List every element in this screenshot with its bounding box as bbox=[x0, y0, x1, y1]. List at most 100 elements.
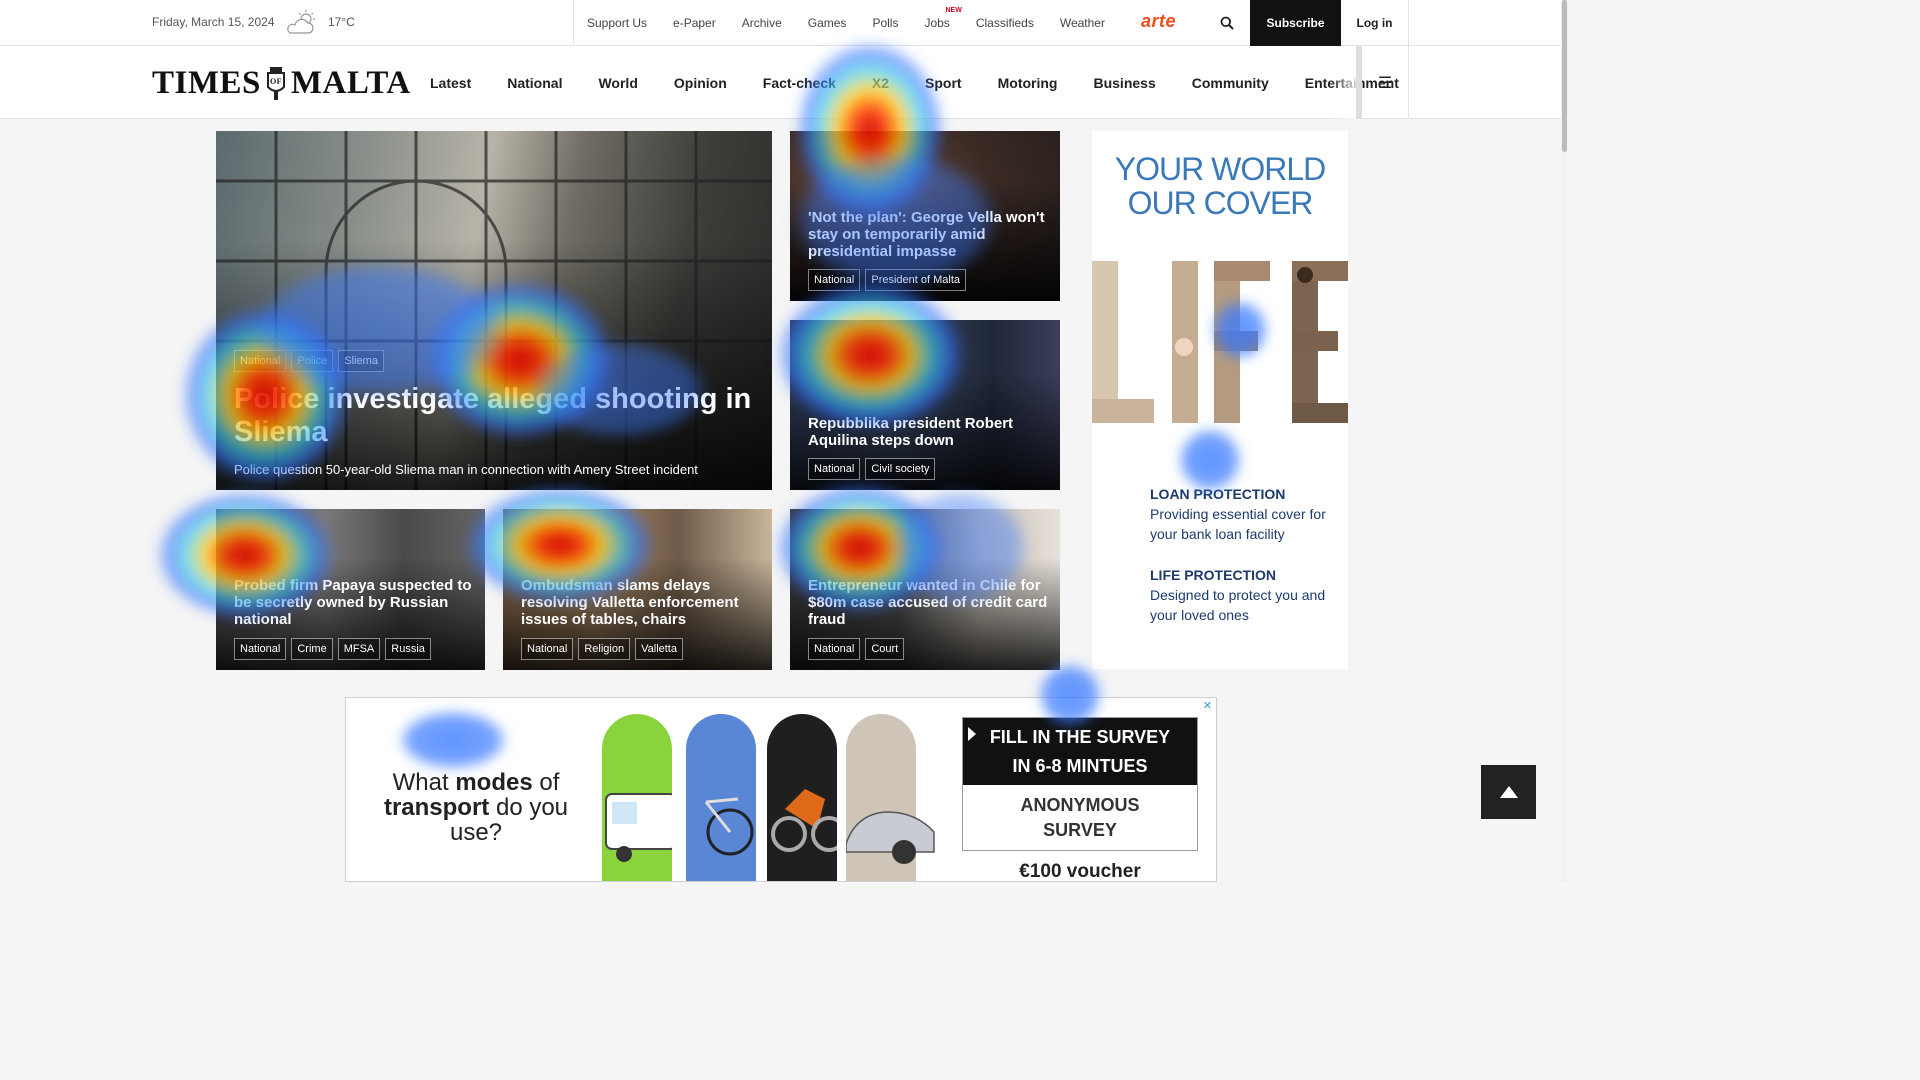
ad-headline-line2: OUR COVER bbox=[1127, 184, 1314, 221]
tag-national[interactable]: National bbox=[234, 350, 287, 372]
nav-x2[interactable]: X2 bbox=[854, 75, 907, 91]
insurance-side-ad[interactable]: YOUR WORLD OUR COVER LOAN PROTECTION Pro… bbox=[1092, 131, 1348, 669]
nav-world[interactable]: World bbox=[580, 75, 655, 91]
times-of-malta-logo[interactable]: TIMES OF MALTA bbox=[152, 64, 411, 102]
hero-tags: National Police Sliema bbox=[234, 350, 384, 372]
motorbike-pill-image bbox=[767, 714, 847, 881]
link-games[interactable]: Games bbox=[795, 16, 860, 30]
nav-national[interactable]: National bbox=[489, 75, 580, 91]
nav-sport[interactable]: Sport bbox=[907, 75, 980, 91]
survey-question-part: What bbox=[392, 769, 456, 796]
top-utility-bar: Friday, March 15, 2024 17°C Support Us e… bbox=[0, 0, 1568, 46]
article-card-repubblika[interactable]: Repubblika president Robert Aquilina ste… bbox=[790, 320, 1060, 490]
new-badge: NEW bbox=[945, 7, 962, 14]
tag-national[interactable]: National bbox=[808, 638, 861, 660]
nav-fact-check[interactable]: Fact-check bbox=[745, 75, 854, 91]
ad-headline-line1: YOUR WORLD bbox=[1114, 151, 1326, 187]
article-headline[interactable]: Repubblika president Robert Aquilina ste… bbox=[808, 415, 1048, 449]
nav-latest[interactable]: Latest bbox=[412, 75, 489, 91]
life-protection-title: LIFE PROTECTION bbox=[1150, 567, 1276, 583]
survey-sub-line1: ANONYMOUS bbox=[1020, 795, 1140, 815]
tag-court[interactable]: Court bbox=[865, 638, 905, 660]
hero-article-card[interactable]: National Police Sliema Police investigat… bbox=[216, 131, 772, 490]
survey-subtitle: ANONYMOUS SURVEY bbox=[963, 785, 1197, 843]
utility-links: Support Us e-Paper Archive Games Polls J… bbox=[573, 0, 1118, 46]
ad-close-icon[interactable]: ✕ bbox=[1203, 699, 1212, 712]
subscribe-button[interactable]: Subscribe bbox=[1250, 0, 1341, 46]
article-tags: National Crime MFSA Russia bbox=[234, 638, 431, 660]
tag-civil-society[interactable]: Civil society bbox=[865, 458, 936, 480]
survey-cta-header: FILL IN THE SURVEY IN 6-8 MINTUES bbox=[963, 718, 1197, 785]
nav-business[interactable]: Business bbox=[1075, 75, 1173, 91]
life-protection-desc: Designed to protect you and your loved o… bbox=[1150, 587, 1326, 623]
crest-icon: OF bbox=[266, 67, 285, 100]
link-e-paper[interactable]: e-Paper bbox=[660, 16, 729, 30]
article-card-papaya[interactable]: Probed firm Papaya suspected to be secre… bbox=[216, 509, 485, 670]
survey-title-line1: FILL IN THE SURVEY bbox=[989, 727, 1171, 747]
tag-president-of-malta[interactable]: President of Malta bbox=[865, 269, 967, 291]
scroll-to-top-button[interactable] bbox=[1481, 765, 1536, 819]
logo-text-right: MALTA bbox=[290, 64, 411, 101]
link-classifieds[interactable]: Classifieds bbox=[963, 16, 1047, 30]
search-button[interactable] bbox=[1204, 0, 1250, 46]
tag-valletta[interactable]: Valletta bbox=[635, 638, 683, 660]
tag-national[interactable]: National bbox=[521, 638, 574, 660]
nav-community[interactable]: Community bbox=[1174, 75, 1287, 91]
bus-pill-image bbox=[602, 714, 677, 881]
article-card-ombudsman[interactable]: Ombudsman slams delays resolving Vallett… bbox=[503, 509, 772, 670]
article-headline[interactable]: Entrepreneur wanted in Chile for $80m ca… bbox=[808, 577, 1048, 628]
hamburger-icon[interactable]: ☰ bbox=[1362, 46, 1409, 119]
loan-protection-title: LOAN PROTECTION bbox=[1150, 486, 1286, 502]
survey-question-bold: modes bbox=[455, 769, 533, 796]
tag-national[interactable]: National bbox=[808, 269, 861, 291]
hero-summary: Police question 50-year-old Sliema man i… bbox=[234, 462, 698, 477]
play-arrow-icon bbox=[968, 727, 976, 741]
tag-police[interactable]: Police bbox=[291, 350, 334, 372]
article-tags: National Civil society bbox=[808, 458, 936, 480]
login-button[interactable]: Log in bbox=[1341, 0, 1409, 46]
survey-title-line2: IN 6-8 MINTUES bbox=[1012, 756, 1148, 776]
tag-russia[interactable]: Russia bbox=[385, 638, 431, 660]
page-scrollbar[interactable] bbox=[1561, 0, 1568, 882]
survey-question: What modes of transport do you use? bbox=[366, 770, 586, 845]
link-archive[interactable]: Archive bbox=[729, 16, 795, 30]
tag-national[interactable]: National bbox=[808, 458, 861, 480]
tag-religion[interactable]: Religion bbox=[578, 638, 631, 660]
arte-logo-link[interactable]: arte bbox=[1141, 11, 1176, 32]
survey-question-part: of bbox=[532, 769, 560, 796]
main-navigation: TIMES OF MALTA Latest National World Opi… bbox=[0, 46, 1568, 119]
survey-cta-box[interactable]: FILL IN THE SURVEY IN 6-8 MINTUES ANONYM… bbox=[962, 717, 1198, 851]
scrollbar-thumb[interactable] bbox=[1562, 0, 1567, 152]
current-date: Friday, March 15, 2024 bbox=[152, 15, 275, 29]
article-card-george-vella[interactable]: 'Not the plan': George Vella won't stay … bbox=[790, 131, 1060, 301]
arrow-up-icon bbox=[1499, 786, 1518, 798]
article-tags: National Religion Valletta bbox=[521, 638, 683, 660]
article-headline[interactable]: 'Not the plan': George Vella won't stay … bbox=[808, 209, 1048, 260]
link-support-us[interactable]: Support Us bbox=[574, 16, 660, 30]
article-headline[interactable]: Probed firm Papaya suspected to be secre… bbox=[234, 577, 474, 628]
voucher-text: €100 voucher bbox=[1019, 861, 1141, 882]
tag-crime[interactable]: Crime bbox=[291, 638, 333, 660]
loan-protection-desc: Providing essential cover for your bank … bbox=[1150, 506, 1326, 542]
nav-opinion[interactable]: Opinion bbox=[656, 75, 745, 91]
survey-sub-line2: SURVEY bbox=[1043, 820, 1117, 840]
link-jobs-label: Jobs bbox=[924, 16, 950, 30]
article-card-entrepreneur[interactable]: Entrepreneur wanted in Chile for $80m ca… bbox=[790, 509, 1060, 670]
nav-motoring[interactable]: Motoring bbox=[980, 75, 1076, 91]
survey-question-bold: transport bbox=[383, 794, 490, 821]
transport-survey-banner-ad[interactable]: ✕ What modes of transport do you use? FI… bbox=[345, 697, 1217, 882]
ad-headline: YOUR WORLD OUR COVER bbox=[1092, 151, 1348, 221]
link-weather[interactable]: Weather bbox=[1047, 16, 1118, 30]
article-tags: National Court bbox=[808, 638, 905, 660]
link-jobs[interactable]: Jobs NEW bbox=[911, 7, 962, 30]
temperature: 17°C bbox=[328, 15, 355, 29]
bicycle-pill-image bbox=[686, 714, 756, 881]
link-polls[interactable]: Polls bbox=[859, 16, 911, 30]
hero-headline[interactable]: Police investigate alleged shooting in S… bbox=[234, 383, 754, 449]
tag-national[interactable]: National bbox=[234, 638, 287, 660]
tag-mfsa[interactable]: MFSA bbox=[337, 638, 381, 660]
section-links: Latest National World Opinion Fact-check… bbox=[412, 46, 1417, 119]
partly-cloudy-icon bbox=[287, 10, 315, 34]
tag-sliema[interactable]: Sliema bbox=[338, 350, 384, 372]
article-headline[interactable]: Ombudsman slams delays resolving Vallett… bbox=[521, 577, 761, 628]
